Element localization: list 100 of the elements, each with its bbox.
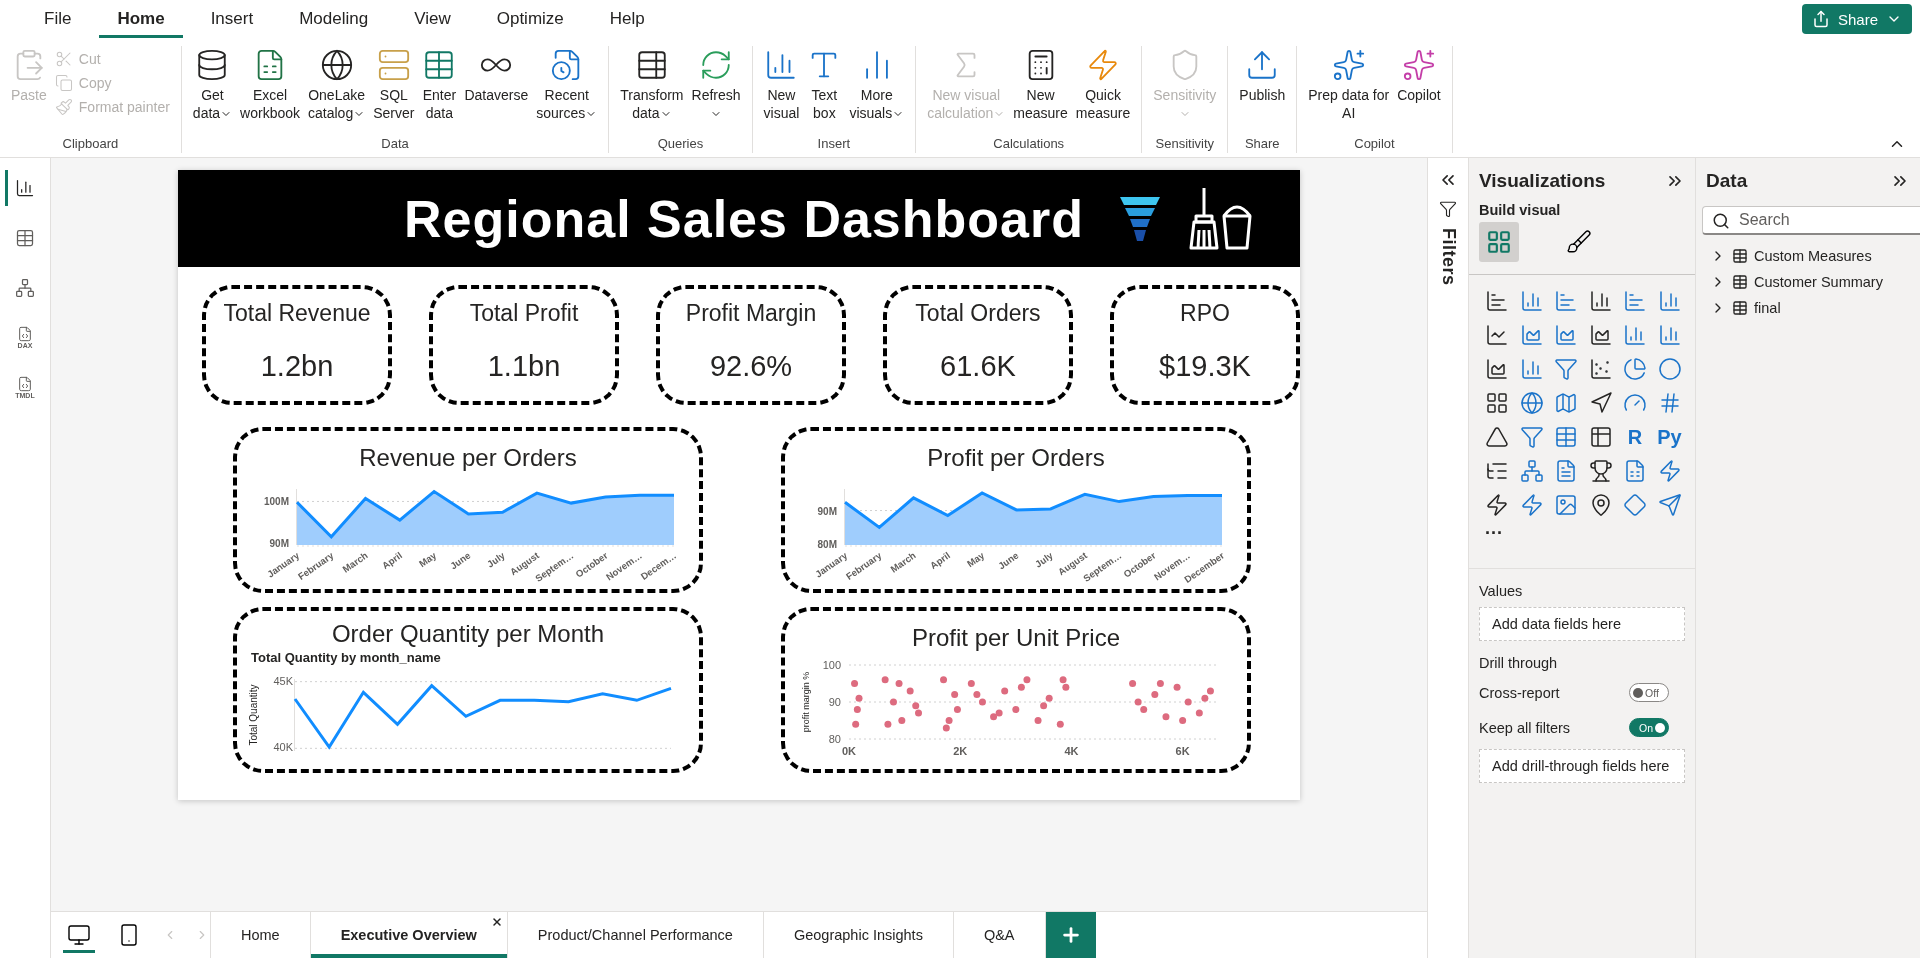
group-label: Calculations xyxy=(992,135,1066,153)
ribbon-button[interactable]: Dataverse xyxy=(461,46,532,106)
image-icon xyxy=(1554,493,1578,517)
ribbon-button[interactable]: Text box xyxy=(804,46,845,124)
kpi-value: 92.6% xyxy=(709,349,793,383)
ribbon-button[interactable]: Prep data for AI xyxy=(1305,46,1393,124)
toggle-switch[interactable]: On xyxy=(1629,718,1669,737)
group-label: Queries xyxy=(656,135,705,153)
menu-tab[interactable]: Optimize xyxy=(478,0,582,38)
table-item[interactable]: final xyxy=(1696,295,1920,321)
bar-chart-icon xyxy=(1485,289,1509,313)
scissors-icon xyxy=(54,50,73,68)
menu-tab[interactable]: Help xyxy=(591,0,663,38)
axis-label: June xyxy=(996,549,1021,572)
add-page-button[interactable] xyxy=(1045,912,1096,958)
close-icon[interactable] xyxy=(490,916,503,928)
column-chart-icon xyxy=(1657,289,1682,313)
chart-subtitle: Total Quantity by month_name xyxy=(250,649,441,667)
toggle-switch[interactable]: Off xyxy=(1629,683,1669,702)
axis-label: 100M xyxy=(264,496,289,508)
table-view-icon xyxy=(14,228,35,248)
chart-title: Order Quantity per Month xyxy=(330,619,606,649)
section-label: Drill through xyxy=(1479,655,1559,671)
axis-label: 4K xyxy=(1064,745,1079,757)
ribbon-button[interactable]: Refresh xyxy=(688,46,744,124)
ribbon-button[interactable]: Publish xyxy=(1236,46,1289,106)
data-point xyxy=(895,680,903,687)
ribbon-button[interactable]: OneLake catalog xyxy=(305,46,369,124)
data-point xyxy=(1129,680,1137,687)
group-label: Share xyxy=(1243,135,1281,153)
y-axis-line xyxy=(296,488,297,546)
axis-label: July xyxy=(1032,549,1055,570)
axis-title: profit margin % xyxy=(801,671,811,733)
ribbon-button[interactable]: New measure xyxy=(1010,46,1071,124)
data-point xyxy=(853,705,861,713)
group-label: Clipboard xyxy=(61,135,120,153)
script-visual-button[interactable]: Py xyxy=(1655,423,1684,451)
globe-icon xyxy=(1519,391,1544,415)
data-point xyxy=(1056,720,1064,728)
more-visuals-button[interactable]: ··· xyxy=(1485,523,1503,544)
kpi-title: Profit Margin xyxy=(685,299,817,327)
ribbon-button[interactable]: Recent sources xyxy=(533,46,601,124)
ribbon-button[interactable]: SQL Server xyxy=(370,46,418,124)
format-brush-icon xyxy=(1566,229,1592,255)
drop-zone[interactable]: Add data fields here xyxy=(1479,607,1685,641)
script-visual-button[interactable]: R xyxy=(1621,423,1649,451)
diamond-icon xyxy=(1623,493,1647,517)
axis-label: 80M xyxy=(817,538,837,550)
ribbon-button[interactable]: Quick measure xyxy=(1072,46,1134,124)
group-label: Copilot xyxy=(1353,135,1396,153)
ribbon-button[interactable]: Enter data xyxy=(419,46,460,124)
search-field[interactable]: Search xyxy=(1702,206,1920,235)
menu-tab[interactable]: Insert xyxy=(192,0,272,38)
chart-title: Profit per Orders xyxy=(926,443,1106,473)
toggle-label: Keep all filters xyxy=(1479,719,1571,736)
kpi-value: 1.2bn xyxy=(260,349,334,383)
kpi-title: Total Profit xyxy=(469,299,579,327)
menu-tab[interactable]: Home xyxy=(99,0,183,38)
funnel-icon xyxy=(1118,194,1162,243)
search-icon xyxy=(1712,212,1730,230)
data-point xyxy=(881,676,889,684)
axis-label: 80 xyxy=(828,733,841,745)
data-point xyxy=(1179,717,1187,724)
bar-chart-icon xyxy=(1623,289,1647,313)
data-point xyxy=(852,720,860,728)
kpi-value: 61.6K xyxy=(940,349,1016,383)
share-button[interactable]: Share xyxy=(1801,4,1912,34)
axis-label: 45K xyxy=(273,674,293,687)
data-point xyxy=(1162,713,1170,721)
chart-title: Revenue per Orders xyxy=(358,443,578,473)
data-point xyxy=(951,691,959,699)
area-chart-icon xyxy=(1588,323,1613,347)
ribbon-button[interactable]: More visuals xyxy=(846,46,908,124)
axis-label: 2K xyxy=(953,745,968,757)
menu-tab[interactable]: File xyxy=(26,0,90,38)
toggle-label: Cross-report xyxy=(1479,684,1560,701)
data-point xyxy=(1001,687,1009,695)
arrow-icon xyxy=(1588,391,1613,415)
filters-title[interactable]: Filters xyxy=(1437,228,1459,286)
table-item[interactable]: Custom Measures xyxy=(1696,243,1920,269)
menu-tab[interactable]: View xyxy=(396,0,469,38)
drop-zone[interactable]: Add drill-through fields here xyxy=(1479,749,1685,783)
axis-label: May xyxy=(964,549,987,570)
ribbon-button[interactable]: Excel workbook xyxy=(237,46,304,124)
ribbon-button[interactable]: New visual xyxy=(760,46,803,124)
ribbon-button[interactable]: Get data xyxy=(189,46,236,124)
kpi-title: RPO xyxy=(1180,299,1230,327)
table-icon xyxy=(1732,300,1748,316)
data-point xyxy=(855,694,863,702)
data-point xyxy=(967,680,975,687)
ribbon-button[interactable]: Transform data xyxy=(617,46,687,124)
scatter-chart-icon xyxy=(1588,357,1613,381)
page-tab[interactable]: Executive Overview xyxy=(310,912,508,958)
menu-tab[interactable]: Modeling xyxy=(281,0,387,38)
data-point xyxy=(1151,691,1159,699)
table-item[interactable]: Customer Summary xyxy=(1696,269,1920,295)
data-point xyxy=(1195,709,1203,717)
data-point xyxy=(906,687,914,695)
ribbon-button[interactable]: Copilot xyxy=(1394,46,1444,106)
group-label: Data xyxy=(380,135,410,153)
